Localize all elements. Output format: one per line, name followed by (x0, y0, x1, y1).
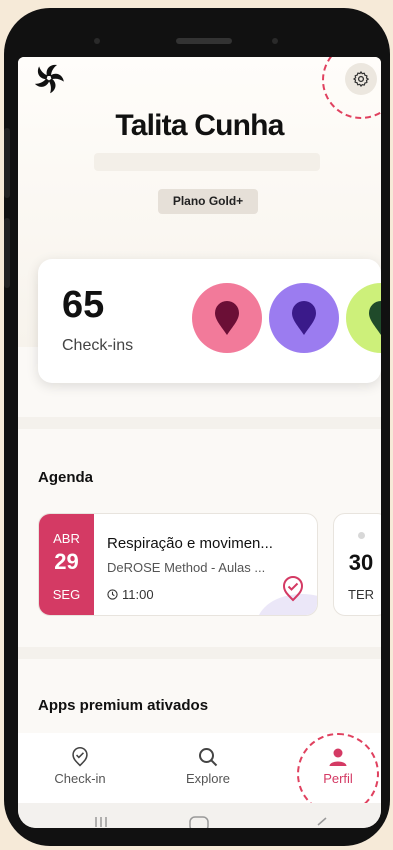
section-divider (18, 417, 381, 429)
side-button (4, 128, 10, 198)
checked-in-icon (282, 576, 304, 607)
event-subtitle: DeROSE Method - Aulas ... (107, 560, 266, 575)
nav-label: Explore (185, 771, 231, 786)
checkins-count: 65 (62, 284, 105, 326)
status-dot (358, 532, 365, 539)
nav-item-checkin[interactable]: Check-in (35, 747, 125, 786)
event-time-label: 11:00 (122, 587, 154, 602)
event-time: 11:00 (107, 587, 154, 602)
camera (272, 38, 278, 44)
event-day: 30 (348, 550, 374, 575)
system-nav-bar (18, 803, 381, 828)
event-date-block: ABR 29 SEG (39, 514, 94, 615)
checkin-badge[interactable] (192, 283, 262, 353)
checkin-badge[interactable] (269, 283, 339, 353)
nav-label: Check-in (54, 771, 106, 786)
app-screen: Talita Cunha Plano Gold+ 65 Check-ins Ag… (18, 57, 381, 828)
checkin-icon (72, 747, 88, 767)
section-divider (18, 647, 381, 659)
name-placeholder-bar (94, 153, 320, 171)
agenda-title: Agenda (38, 469, 94, 486)
agenda-event-card[interactable]: ABR 29 SEG Respiração e movimen... DeROS… (38, 513, 318, 616)
search-icon (199, 748, 218, 767)
app-logo-icon (32, 61, 66, 95)
nav-item-explore[interactable]: Explore (163, 747, 253, 786)
pin-icon (369, 301, 381, 335)
system-nav-icons (95, 816, 327, 828)
premium-apps-title: Apps premium ativados (38, 697, 209, 714)
phone-frame: Talita Cunha Plano Gold+ 65 Check-ins Ag… (4, 8, 390, 846)
event-day: 29 (54, 549, 79, 574)
pin-icon (215, 301, 239, 335)
speaker-grille (176, 38, 232, 44)
pin-icon (292, 301, 316, 335)
event-weekday: TER (348, 587, 374, 602)
clock-icon (107, 589, 118, 600)
event-title: Respiração e movimen... (107, 535, 273, 552)
plan-badge: Plano Gold+ (158, 189, 258, 214)
checkins-card[interactable]: 65 Check-ins (38, 259, 381, 383)
sensor (94, 38, 100, 44)
profile-name: Talita Cunha (115, 109, 284, 142)
checkins-label: Check-ins (62, 337, 134, 354)
side-button (4, 218, 10, 288)
checkin-badge[interactable] (346, 283, 381, 353)
event-weekday: SEG (52, 587, 81, 602)
agenda-event-card[interactable]: 30 TER (333, 513, 381, 616)
event-month: ABR (53, 531, 80, 546)
